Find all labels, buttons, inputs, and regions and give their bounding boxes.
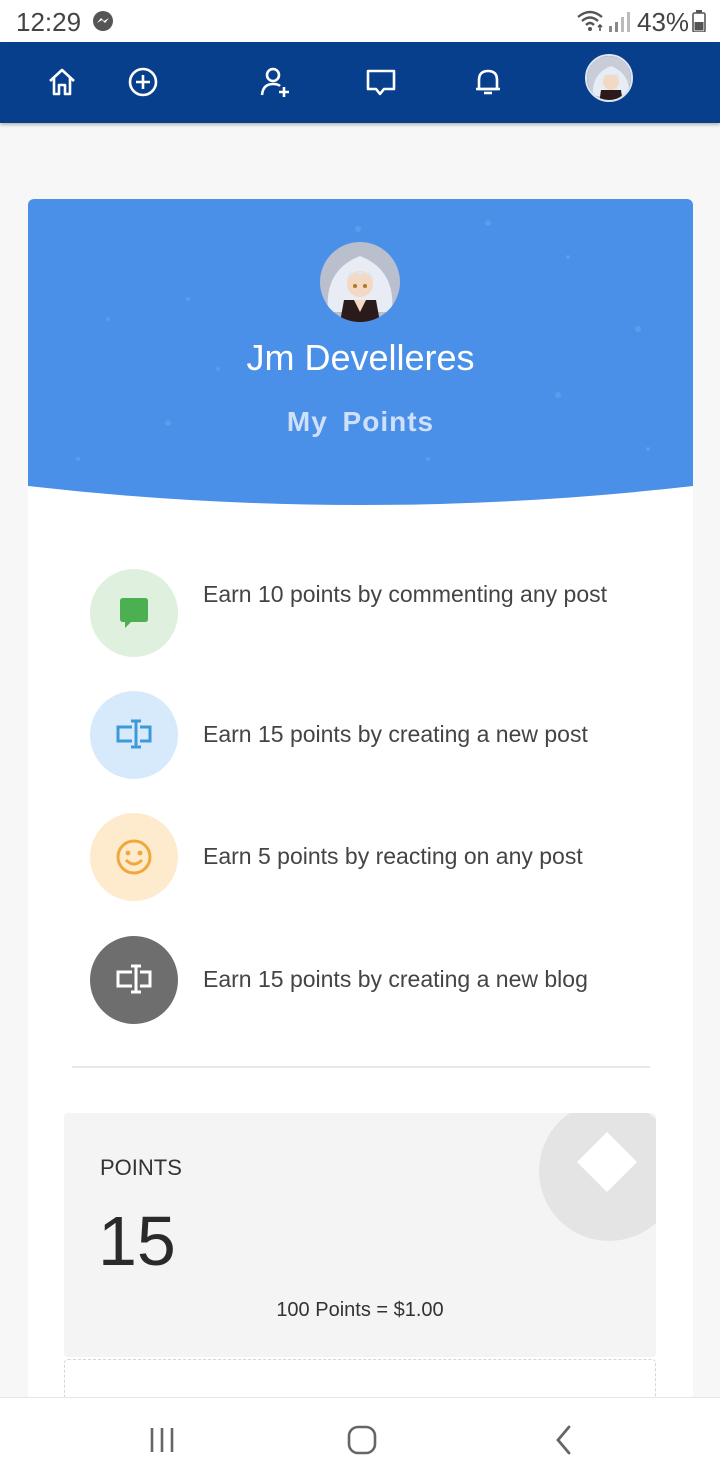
battery-icon [692, 10, 706, 33]
earn-item-blog: Earn 15 points by creating a new blog [90, 936, 650, 1024]
points-conversion-rate: 100 Points = $1.00 [276, 1299, 444, 1321]
profile-avatar [320, 242, 400, 322]
comment-icon [90, 569, 178, 657]
message-icon[interactable] [361, 62, 401, 102]
earn-item-text: Earn 10 points by commenting any post [203, 581, 608, 607]
status-bar: 12:29 43% [0, 0, 720, 42]
page-title: My Points [286, 406, 435, 437]
battery-percentage: 43% [637, 7, 690, 37]
points-card: Jm Develleres My Points Earn 10 points b… [28, 199, 693, 1409]
profile-header: Jm Develleres My Points [28, 199, 693, 509]
add-circle-icon[interactable] [123, 62, 163, 102]
top-navigation-bar [0, 42, 720, 123]
divider [72, 1066, 650, 1068]
points-label: POINTS [100, 1155, 182, 1180]
text-cursor-icon [90, 936, 178, 1024]
profile-name: Jm Develleres [246, 337, 475, 378]
points-summary: POINTS 15 100 Points = $1.00 [64, 1113, 656, 1357]
status-time: 12:29 [16, 7, 82, 37]
diamond-icon [539, 1113, 656, 1241]
user-avatar[interactable] [585, 54, 633, 102]
earn-item-react: Earn 5 points by reacting on any post [90, 813, 650, 901]
earn-item-text: Earn 5 points by reacting on any post [203, 843, 583, 869]
recents-icon[interactable] [142, 1420, 182, 1460]
wifi-icon [576, 9, 606, 33]
home-button-icon[interactable] [342, 1420, 382, 1460]
back-icon[interactable] [544, 1420, 584, 1460]
earn-item-comment: Earn 10 points by commenting any post [90, 569, 650, 657]
earn-item-text: Earn 15 points by creating a new blog [203, 966, 588, 992]
signal-icon [608, 10, 632, 32]
smiley-icon [90, 813, 178, 901]
messenger-icon [92, 10, 114, 32]
text-cursor-icon [90, 691, 178, 779]
system-navigation-bar [0, 1397, 720, 1480]
earn-item-post: Earn 15 points by creating a new post [90, 691, 650, 779]
bell-icon[interactable] [468, 62, 508, 102]
points-value: 15 [98, 1202, 176, 1280]
home-icon[interactable] [42, 62, 82, 102]
earn-item-text: Earn 15 points by creating a new post [203, 721, 588, 747]
add-user-icon[interactable] [255, 62, 295, 102]
